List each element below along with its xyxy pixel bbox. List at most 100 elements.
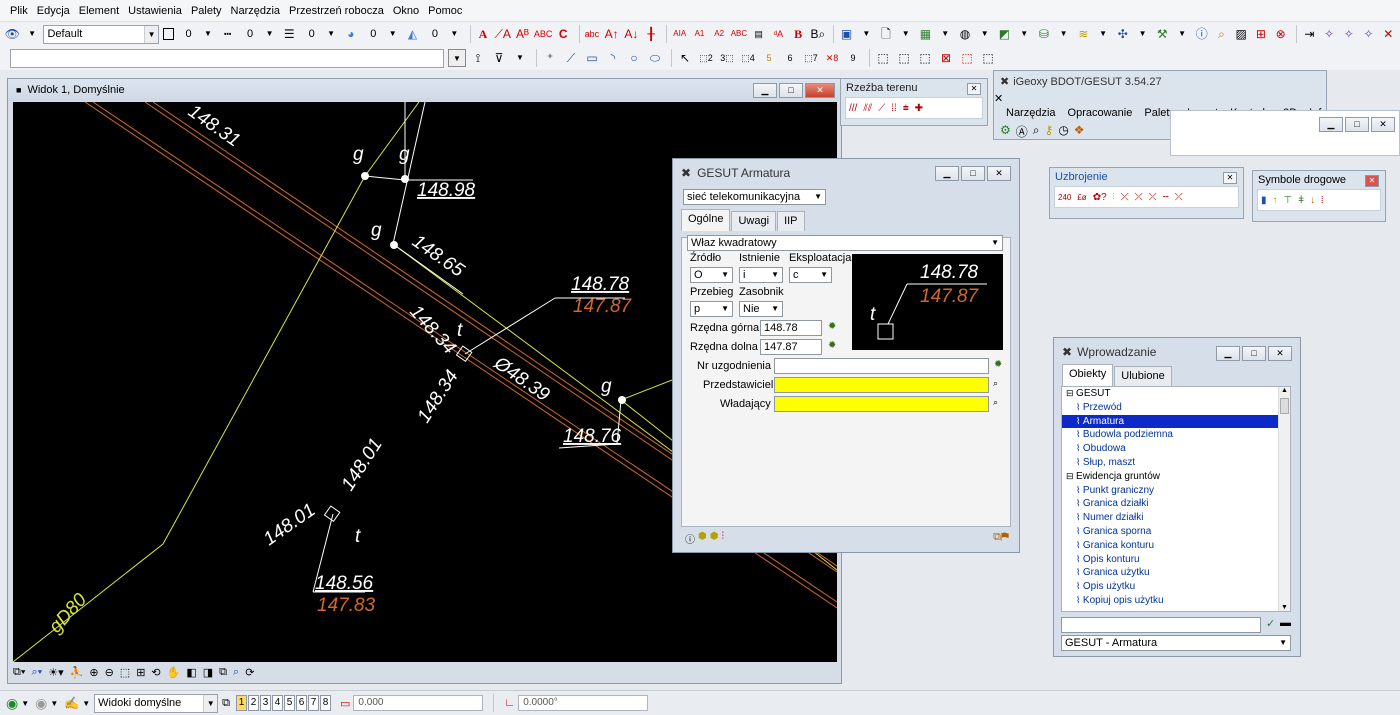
key-in-tool-icon[interactable]: ⟟ <box>469 49 487 67</box>
clock-tool-icon[interactable]: ◷ <box>1058 123 1068 140</box>
element-select-icon[interactable]: ↖ <box>676 49 694 67</box>
point-icon[interactable]: ⁺ <box>541 49 559 67</box>
apply-icon[interactable]: ⧉⚑ <box>993 531 1009 544</box>
nr-uzgodnienia-field[interactable] <box>774 358 989 374</box>
find-icon[interactable]: ⌕ <box>233 666 239 679</box>
przedstawiciel-field[interactable] <box>774 377 989 393</box>
cross2-tool-icon[interactable]: ⤫ <box>1135 192 1143 203</box>
coordinate-field[interactable]: 0.000 <box>353 695 484 711</box>
priority-icon[interactable]: ◭ <box>404 25 421 43</box>
pick-icon[interactable]: ✹ <box>828 321 836 332</box>
cross3-tool-icon[interactable]: ⤫ <box>1149 192 1157 203</box>
cross-tool-icon[interactable]: ⤫ <box>1121 192 1129 203</box>
hachure-icon[interactable]: ⫽⫽ <box>863 103 872 114</box>
chevron-down-icon[interactable]: ▼ <box>448 49 466 67</box>
view-page-button[interactable]: 8 <box>320 695 332 711</box>
delete-icon[interactable]: ⊗ <box>1272 25 1289 43</box>
search-icon[interactable]: ⌕ <box>1213 25 1230 43</box>
przebieg-select[interactable]: p <box>690 301 733 317</box>
circle-icon[interactable]: ○ <box>625 49 643 67</box>
tree-item[interactable]: ⌇ Kopiuj opis użytku <box>1062 594 1290 608</box>
fence-block-icon[interactable]: ⬚ <box>874 49 892 67</box>
copy-view-icon[interactable]: ⧉ <box>219 666 227 679</box>
tab-ulubione[interactable]: Ulubione <box>1114 366 1172 386</box>
text-replace-icon[interactable]: C <box>555 25 572 43</box>
pan-icon[interactable]: ✋ <box>167 666 181 679</box>
view-page-button[interactable]: 2 <box>248 695 260 711</box>
info-icon[interactable]: ⓘ <box>685 531 695 546</box>
abc-box-icon[interactable]: ABC <box>731 25 748 43</box>
angle-field[interactable]: 0.0000° <box>518 695 649 711</box>
menu-narzedzia[interactable]: Narzędzia <box>231 5 281 17</box>
rzedna-dolna-field[interactable]: 147.87 <box>760 339 822 355</box>
chevron-down-icon[interactable]: ▼ <box>858 25 875 43</box>
view-page-button[interactable]: 5 <box>284 695 296 711</box>
slope-icon[interactable]: /// <box>849 103 857 114</box>
fence-element-icon[interactable]: ⊠ <box>937 49 955 67</box>
chevron-down-icon[interactable]: ▼ <box>24 25 41 43</box>
scroll-thumb[interactable] <box>1280 398 1289 414</box>
wladajacy-field[interactable] <box>774 396 989 412</box>
copy-attr-icon[interactable]: ⬢ <box>698 531 707 546</box>
object-tree[interactable]: ⊟ GESUT ⌇ Przewód ⌇ Armatura ⌇ Budowla podz… <box>1061 386 1291 612</box>
tool-5-icon[interactable]: 5 <box>760 49 778 67</box>
chevron-down-icon[interactable]: ▼ <box>21 699 29 708</box>
maximize-button[interactable]: □ <box>1345 117 1369 132</box>
tree-item[interactable]: ⌇ Budowla podziemna <box>1062 428 1290 442</box>
text-grow-icon[interactable]: A↑ <box>603 25 620 43</box>
fit-view-icon[interactable]: ⊞ <box>136 666 145 679</box>
minimize-button[interactable]: ▁ <box>753 83 777 98</box>
walk-icon[interactable]: ⛹ <box>70 666 84 679</box>
ellipse-icon[interactable]: ⬭ <box>646 49 664 67</box>
network-select[interactable]: sieć telekomunikacyjna <box>683 189 826 205</box>
check-icon[interactable]: ✓ <box>1266 617 1275 630</box>
menu-pomoc[interactable]: Pomoc <box>428 5 462 17</box>
forward-icon[interactable]: ◉ <box>35 695 47 712</box>
window-icon[interactable]: ▨ <box>1233 25 1250 43</box>
tool-9-icon[interactable]: 9 <box>844 49 862 67</box>
tree-group[interactable]: ⊟ Ewidencja gruntów <box>1062 470 1290 484</box>
text-tool-icon[interactable]: Ⓐ <box>1016 123 1028 140</box>
menu-element[interactable]: Element <box>79 5 119 17</box>
scroll-up-icon[interactable]: ▲ <box>1279 387 1290 394</box>
next-view-icon[interactable]: ◨ <box>203 666 213 679</box>
line-weight-icon[interactable]: ☰ <box>281 25 298 43</box>
sign-red-icon[interactable]: ⦙ <box>1321 195 1323 206</box>
level-select[interactable]: Default ▼ <box>43 24 160 44</box>
menu-palety[interactable]: Palety <box>191 5 222 17</box>
chevron-down-icon[interactable]: ▼ <box>261 25 278 43</box>
tool-8-icon[interactable]: ✕8 <box>823 49 841 67</box>
refresh-icon[interactable]: ⟳ <box>245 666 254 679</box>
tab-iip[interactable]: IIP <box>777 211 805 231</box>
tree-item[interactable]: ⌇ Punkt graniczny <box>1062 484 1290 498</box>
sign-arrow-icon[interactable]: ↑ <box>1273 195 1278 206</box>
tree-group[interactable]: ⊟ GESUT <box>1062 387 1290 401</box>
ridge-icon[interactable]: ⁞⁞ <box>891 103 897 114</box>
minimize-button[interactable]: ▁ <box>1216 346 1240 361</box>
fence-flood-icon[interactable]: ⬚ <box>979 49 997 67</box>
tab-obiekty[interactable]: Obiekty <box>1062 364 1114 386</box>
key-in-tool2-icon[interactable]: ⊽ <box>490 49 508 67</box>
tree-item[interactable]: ⌇ Granica użytku <box>1062 566 1290 580</box>
zoom-icon[interactable]: ⌕▾ <box>31 666 42 679</box>
menu-plik[interactable]: Plik <box>10 5 28 17</box>
view-page-button[interactable]: 1 <box>236 695 248 711</box>
zoom-in-icon[interactable]: ⊕ <box>89 666 98 679</box>
tab-ogolne[interactable]: Ogólne <box>681 209 731 231</box>
chevron-down-icon[interactable]: ▼ <box>1095 25 1112 43</box>
tool-3-icon[interactable]: 3⬚ <box>718 49 736 67</box>
tab-uwagi[interactable]: Uwagi <box>731 211 777 231</box>
tree-item[interactable]: ⌇ Numer działki <box>1062 511 1290 525</box>
maximize-button[interactable]: □ <box>779 83 803 98</box>
chevron-down-icon[interactable]: ▼ <box>446 25 463 43</box>
maximize-button[interactable]: □ <box>1242 346 1266 361</box>
tree-item[interactable]: ⌇ Słup, maszt <box>1062 456 1290 470</box>
text-swap-icon[interactable]: Aᴮ <box>514 25 531 43</box>
search-icon[interactable]: ⌕ <box>993 378 998 389</box>
tree-item[interactable]: ⌇ Armatura <box>1062 414 1290 429</box>
active-object-select[interactable]: GESUT - Armatura <box>1061 635 1291 651</box>
scroll-down-icon[interactable]: ▼ <box>1279 604 1290 611</box>
tree-item[interactable]: ⌇ Opis konturu <box>1062 553 1290 567</box>
hand-icon[interactable]: ✍ <box>64 696 79 710</box>
tool-icon[interactable]: ⚒ <box>1154 25 1171 43</box>
